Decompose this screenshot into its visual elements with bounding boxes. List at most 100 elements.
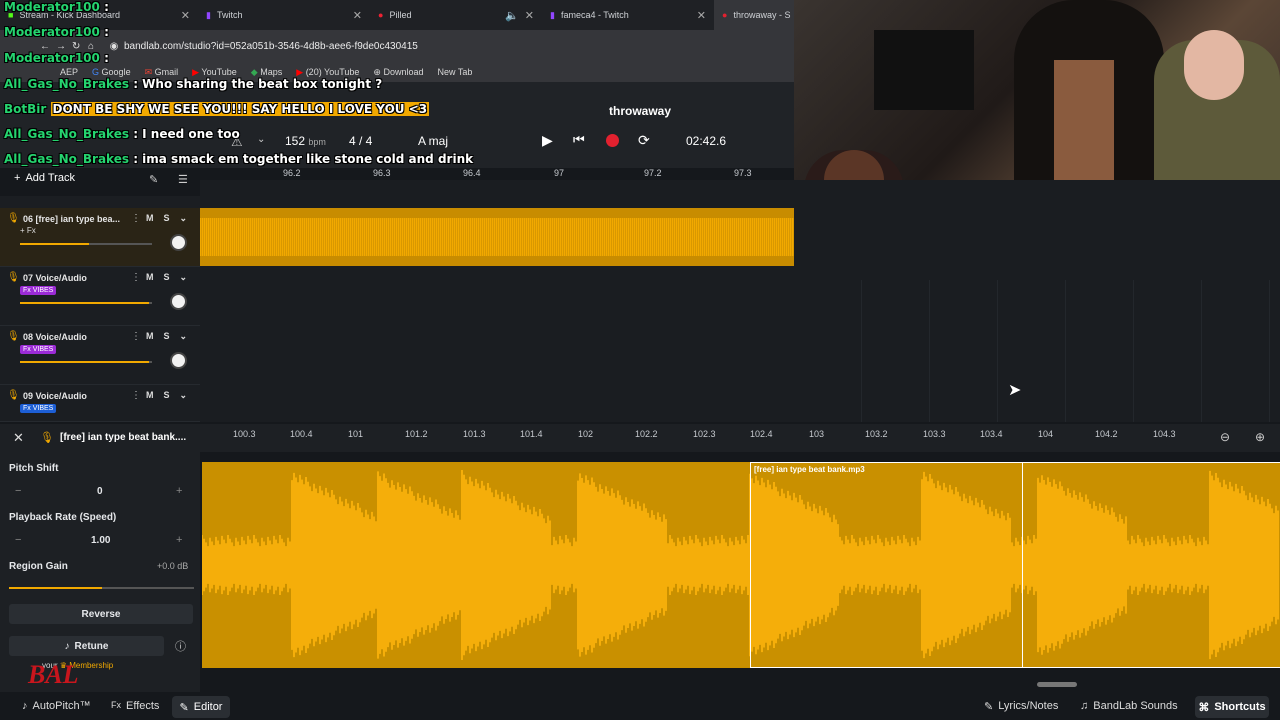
track-name[interactable]: 09 Voice/Audio	[23, 391, 87, 401]
fx-badge[interactable]: Fx VIBES	[20, 345, 57, 354]
track-name[interactable]: 08 Voice/Audio	[23, 332, 87, 342]
track-07[interactable]: 🎙 07 Voice/Audio ⋮ M S ⌄ Fx VIBES	[0, 267, 200, 326]
volume-slider[interactable]	[20, 361, 152, 363]
bookmark-new-tab[interactable]: New Tab	[438, 67, 473, 77]
audio-clip-track-06[interactable]	[200, 208, 794, 266]
close-tab-icon[interactable]: ✕	[353, 9, 362, 22]
zoom-in-icon[interactable]: ⊕	[1255, 430, 1265, 444]
bookmark-youtube-20[interactable]: ▶ (20) YouTube	[296, 67, 359, 78]
browser-tab-bandlab[interactable]: ● throwaway - S	[714, 0, 794, 30]
back-icon[interactable]: ←	[40, 41, 56, 52]
pan-knob[interactable]	[170, 293, 187, 310]
mixer-icon[interactable]: ☰	[178, 173, 188, 186]
bookmark-youtube[interactable]: ▶ YouTube	[192, 67, 237, 78]
browser-tab-pilled[interactable]: ● Pilled 🔈 ✕	[370, 0, 542, 30]
playhead[interactable]	[1022, 462, 1023, 668]
forward-icon[interactable]: →	[56, 41, 72, 52]
waveform-editor[interactable]: [free] ian type beat bank.mp3	[202, 462, 1280, 668]
solo-button[interactable]: S	[164, 213, 170, 224]
close-tab-icon[interactable]: ✕	[697, 9, 706, 22]
bookmark-maps[interactable]: ◆ Maps	[251, 67, 282, 78]
bandlab-sounds-button[interactable]: ♫ BandLab Sounds	[1080, 700, 1178, 712]
pan-knob[interactable]	[170, 234, 187, 251]
key-selector[interactable]: A maj	[418, 134, 448, 148]
lyrics-notes-button[interactable]: ✎ Lyrics/Notes	[984, 700, 1058, 713]
chevron-down-icon[interactable]: ⌄	[257, 134, 265, 145]
fx-add-button[interactable]: + Fx	[20, 226, 36, 235]
play-button[interactable]: ▶	[542, 132, 553, 149]
chevron-down-icon[interactable]: ⌄	[180, 272, 188, 283]
browser-tab-twitch[interactable]: ▮ Twitch ✕	[198, 0, 370, 30]
editor-scrollbar[interactable]	[1037, 682, 1077, 687]
pitch-shift-value[interactable]: 0	[97, 486, 103, 497]
time-signature[interactable]: 4 / 4	[349, 134, 372, 148]
project-title[interactable]: throwaway	[609, 104, 671, 118]
mute-tab-icon[interactable]: 🔈	[505, 9, 519, 22]
close-tab-icon[interactable]: ✕	[525, 9, 534, 22]
plus-icon[interactable]: +	[176, 534, 182, 546]
playback-rate-stepper[interactable]: − 1.00 +	[9, 531, 194, 551]
more-icon[interactable]: ⋮	[131, 390, 141, 401]
record-button[interactable]	[606, 134, 619, 147]
track-name[interactable]: 07 Voice/Audio	[23, 273, 87, 283]
site-info-icon[interactable]: ◉	[104, 41, 124, 52]
bookmark-label: (20) YouTube	[305, 66, 360, 77]
mute-button[interactable]: M	[146, 390, 154, 401]
reload-icon[interactable]: ↻	[72, 41, 88, 52]
reverse-button[interactable]: Reverse	[9, 604, 193, 624]
tempo-value[interactable]: 152 bpm	[285, 134, 326, 148]
solo-button[interactable]: S	[164, 331, 170, 342]
track-09[interactable]: 🎙 09 Voice/Audio ⋮ M S ⌄ Fx VIBES	[0, 385, 200, 422]
chevron-down-icon[interactable]: ⌄	[180, 331, 188, 342]
bookmark-download[interactable]: ⊕ Download	[373, 67, 423, 78]
region-gain-value: +0.0 dB	[157, 561, 189, 571]
minus-icon[interactable]: −	[15, 485, 21, 497]
browser-tab-fameca4[interactable]: ▮ fameca4 - Twitch ✕	[542, 0, 714, 30]
chevron-down-icon[interactable]: ⌄	[180, 213, 188, 224]
region-gain-slider[interactable]	[9, 587, 194, 589]
bookmark-aep[interactable]: AEP	[60, 67, 78, 77]
mute-button[interactable]: M	[146, 331, 154, 342]
volume-slider[interactable]	[20, 243, 152, 245]
info-icon[interactable]: ⓘ	[175, 638, 186, 654]
mute-button[interactable]: M	[146, 272, 154, 283]
url-field[interactable]: bandlab.com/studio?id=052a051b-3546-4d8b…	[124, 41, 418, 52]
more-icon[interactable]: ⋮	[131, 331, 141, 342]
track-06[interactable]: 🎙 06 [free] ian type bea... ⋮ M S ⌄ + Fx	[0, 208, 200, 267]
loop-button[interactable]: ⟳	[638, 132, 650, 149]
retune-button[interactable]: ♪ Retune	[9, 636, 164, 656]
selected-region[interactable]	[750, 462, 1280, 668]
solo-button[interactable]: S	[164, 390, 170, 401]
bookmark-google[interactable]: G Google	[92, 67, 131, 77]
fx-badge[interactable]: Fx VIBES	[20, 404, 57, 413]
home-icon[interactable]: ⌂	[88, 41, 104, 52]
shortcuts-button[interactable]: ⌘ Shortcuts	[1195, 696, 1269, 718]
pitch-shift-stepper[interactable]: − 0 +	[9, 482, 194, 502]
playback-rate-value[interactable]: 1.00	[91, 535, 110, 546]
close-tab-icon[interactable]: ✕	[181, 9, 190, 22]
track-08[interactable]: 🎙 08 Voice/Audio ⋮ M S ⌄ Fx VIBES	[0, 326, 200, 385]
solo-button[interactable]: S	[164, 272, 170, 283]
more-icon[interactable]: ⋮	[131, 213, 141, 224]
fx-badge[interactable]: Fx VIBES	[20, 286, 57, 295]
editor-button[interactable]: ✎ Editor	[172, 696, 230, 718]
add-track-button[interactable]: + Add Track	[14, 172, 75, 184]
track-name[interactable]: 06 [free] ian type bea...	[23, 214, 120, 224]
skip-back-button[interactable]: ⏮	[573, 132, 585, 148]
pan-knob[interactable]	[170, 352, 187, 369]
plus-icon[interactable]: +	[176, 485, 182, 497]
pencil-icon[interactable]: ✎	[149, 173, 158, 186]
more-icon[interactable]: ⋮	[131, 272, 141, 283]
zoom-out-icon[interactable]: ⊖	[1220, 430, 1230, 444]
autopitch-button[interactable]: ♪ AutoPitch™	[22, 700, 91, 712]
minus-icon[interactable]: −	[15, 534, 21, 546]
volume-slider[interactable]	[20, 302, 152, 304]
mute-button[interactable]: M	[146, 213, 154, 224]
close-editor-icon[interactable]: ✕	[13, 430, 24, 446]
ruler-tick: 103.3	[923, 429, 946, 439]
ruler-tick: 102.4	[750, 429, 773, 439]
chevron-down-icon[interactable]: ⌄	[180, 390, 188, 401]
poster	[874, 30, 974, 110]
bookmark-gmail[interactable]: ✉ Gmail	[145, 67, 179, 78]
effects-button[interactable]: Fx Effects	[111, 700, 159, 712]
